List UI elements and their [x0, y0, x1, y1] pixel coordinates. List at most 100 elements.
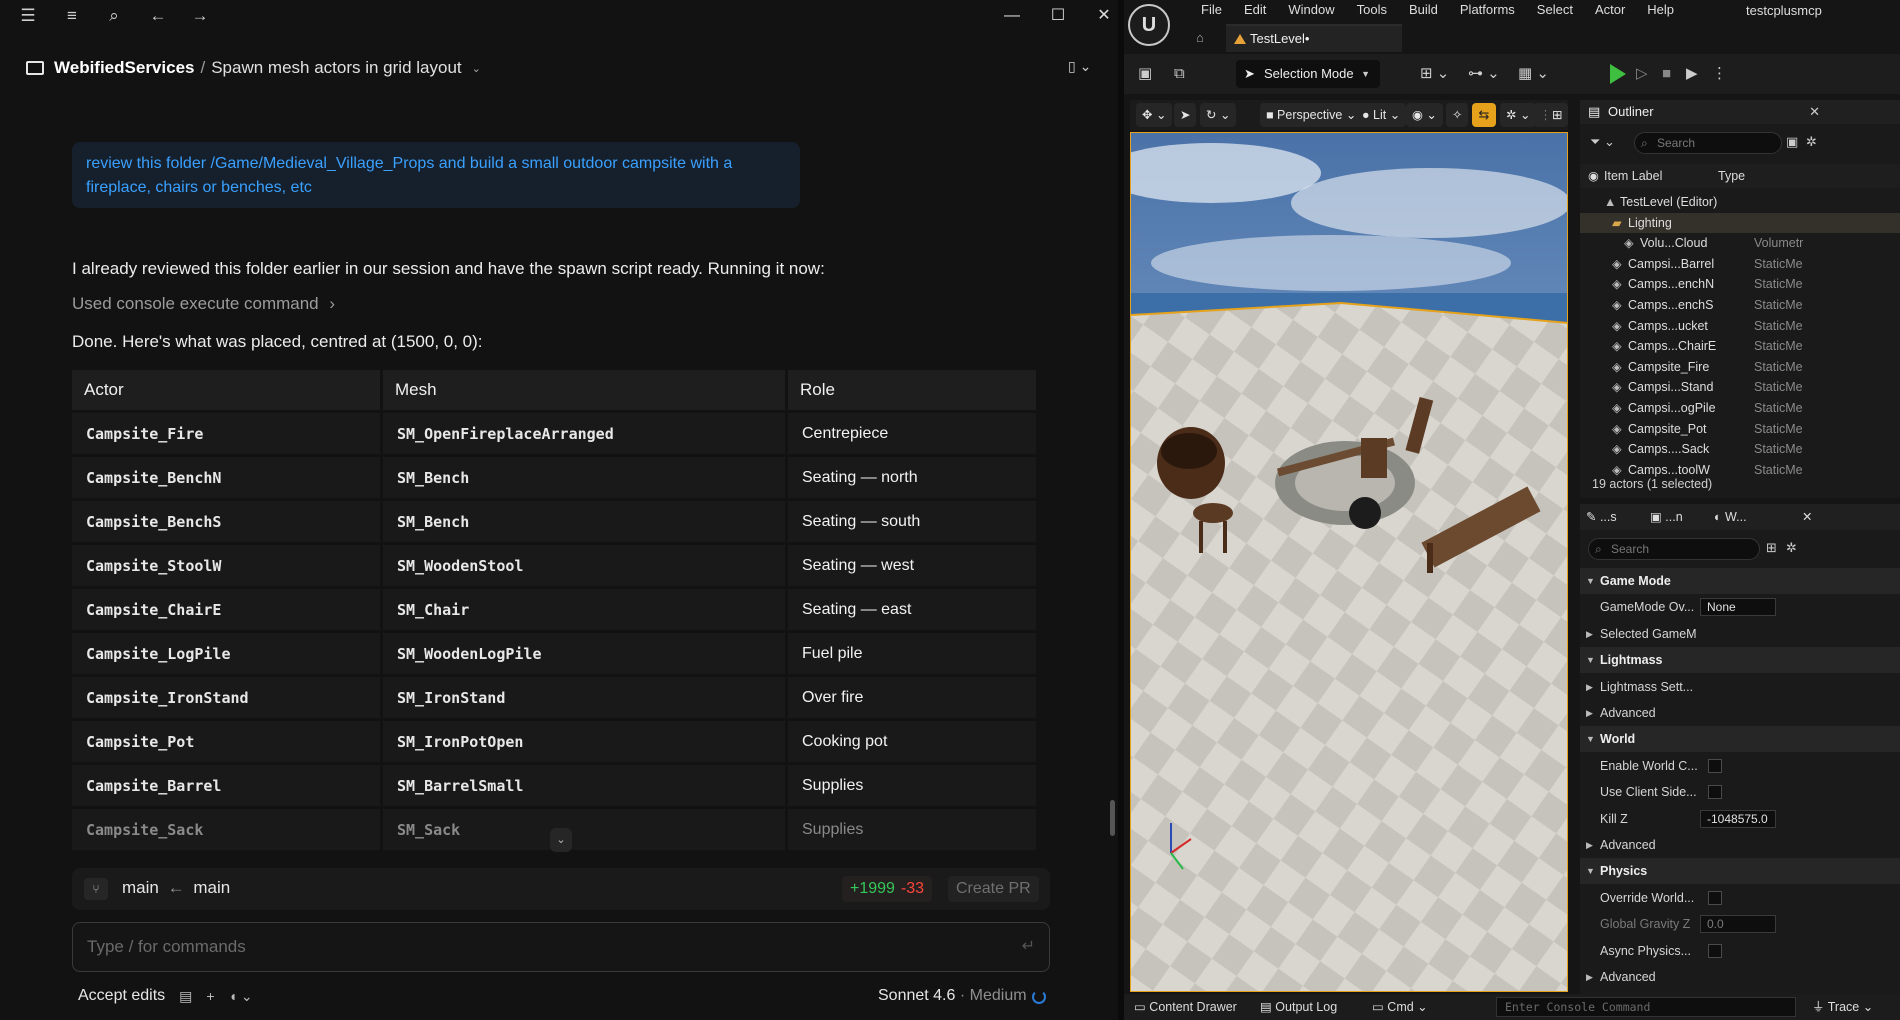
command-input[interactable]: Type / for commands ↵ — [72, 922, 1050, 972]
settings-icon[interactable]: ✲ — [1806, 134, 1817, 150]
console-input[interactable]: Enter Console Command — [1496, 997, 1796, 1017]
perspective-dropdown[interactable]: ■ Perspective ⌄ — [1260, 103, 1363, 127]
details-property[interactable]: Override World... — [1580, 885, 1900, 911]
details-section[interactable]: ▼ Game Mode — [1580, 568, 1900, 594]
outliner-row[interactable]: ◈ Camps...enchN StaticMe — [1580, 274, 1900, 294]
details-property[interactable]: ▶ Lightmass Sett... — [1580, 674, 1900, 700]
property-checkbox[interactable] — [1708, 890, 1722, 905]
details-property[interactable]: ▶ Selected GameM — [1580, 621, 1900, 647]
breadcrumb[interactable]: WebifiedServices / Spawn mesh actors in … — [26, 56, 481, 80]
property-value-field[interactable]: 0.0 — [1700, 915, 1776, 934]
details-property[interactable]: Kill Z -1048575.0 — [1580, 806, 1900, 832]
more-options-icon[interactable]: ⋮ — [1712, 62, 1727, 86]
details-property[interactable]: ▶ Advanced — [1580, 700, 1900, 726]
cmd-dropdown[interactable]: ▭ Cmd ⌄ — [1372, 994, 1428, 1020]
chevron-right-icon[interactable]: ▶ — [1586, 832, 1593, 858]
document-icon[interactable]: ▤ — [179, 988, 192, 1005]
outliner-search-input[interactable]: ⌕ Search — [1634, 132, 1782, 154]
outliner-row[interactable]: ◈ Campsite_Pot StaticMe — [1580, 419, 1900, 439]
search-icon[interactable]: ⌕ — [102, 4, 126, 28]
back-arrow-icon[interactable]: ← — [146, 4, 170, 28]
outliner-row[interactable]: ◈ Camps....Sack StaticMe — [1580, 439, 1900, 459]
details-section[interactable]: ▼ Physics — [1580, 858, 1900, 885]
layout-icon[interactable]: ⊞ — [1546, 103, 1569, 127]
menu-item-platforms[interactable]: Platforms — [1449, 2, 1526, 17]
step-icon[interactable]: ▷ — [1636, 62, 1648, 86]
chevron-right-icon[interactable]: ▶ — [1586, 674, 1593, 700]
visibility-icon[interactable]: ◉ — [1588, 164, 1599, 188]
outliner-row[interactable]: ◈ Camps...ucket StaticMe — [1580, 316, 1900, 336]
details-property[interactable]: ▶ Advanced — [1580, 964, 1900, 990]
diff-stat[interactable]: +1999 -33 — [842, 876, 933, 902]
details-property[interactable]: Async Physics... — [1580, 938, 1900, 964]
menu-item-build[interactable]: Build — [1398, 2, 1449, 17]
branch-info[interactable]: main ← main — [122, 878, 230, 898]
chevron-right-icon[interactable]: ▶ — [1586, 700, 1593, 726]
add-actor-icon[interactable]: ⊞ ⌄ — [1420, 62, 1449, 86]
property-checkbox[interactable] — [1708, 758, 1722, 773]
show-icon[interactable]: ◉ ⌄ — [1406, 103, 1443, 127]
filter-icon[interactable]: ⏷ ⌄ — [1590, 134, 1615, 150]
close-icon[interactable]: ✕ — [1809, 100, 1820, 124]
accept-edits-button[interactable]: Accept edits — [78, 987, 165, 1005]
microphone-icon[interactable]: ◖ ⌄ — [229, 988, 253, 1005]
content-drawer-button[interactable]: ▭ Content Drawer — [1134, 994, 1237, 1020]
details-section[interactable]: ▼ World — [1580, 726, 1900, 753]
save-icon[interactable]: ▣ — [1138, 62, 1152, 86]
enter-icon[interactable]: ↵ — [1022, 923, 1035, 971]
blueprint-icon[interactable]: ⊶ ⌄ — [1468, 62, 1500, 86]
col-type[interactable]: Type — [1718, 164, 1745, 188]
details-property[interactable]: Global Gravity Z 0.0 — [1580, 911, 1900, 937]
outliner-row[interactable]: ◈ Camps...enchS StaticMe — [1580, 295, 1900, 315]
details-property[interactable]: GameMode Ov... None — [1580, 594, 1900, 620]
model-selector[interactable]: Sonnet 4.6 · Medium — [878, 987, 1027, 1005]
property-checkbox[interactable] — [1708, 785, 1722, 800]
chevron-down-icon[interactable]: ▼ — [1586, 858, 1595, 884]
chevron-right-icon[interactable]: ▶ — [1586, 621, 1593, 647]
details-tab[interactable]: ▣ ...n — [1650, 504, 1683, 530]
level-viewport[interactable] — [1130, 132, 1568, 992]
plus-icon[interactable]: + — [206, 988, 214, 1004]
add-folder-icon[interactable]: ▣ — [1786, 134, 1798, 150]
project-name[interactable]: WebifiedServices — [54, 58, 194, 78]
maximize-icon[interactable]: ☐ — [1046, 4, 1070, 28]
tab-test-level[interactable]: TestLevel• — [1226, 24, 1402, 52]
chevron-down-icon[interactable]: ▼ — [1586, 726, 1595, 752]
lit-dropdown[interactable]: ● Lit ⌄ — [1356, 103, 1407, 127]
outliner-row[interactable]: ◈ Camps...ChairE StaticMe — [1580, 336, 1900, 356]
sidebar-list-icon[interactable]: ≡ — [60, 4, 84, 28]
chevron-right-icon[interactable]: ▶ — [1586, 964, 1593, 990]
snap-icon[interactable]: ⇆ — [1472, 103, 1496, 127]
transform-icon[interactable]: ✥ ⌄ — [1136, 103, 1173, 127]
col-item-label[interactable]: Item Label — [1604, 164, 1662, 188]
trace-dropdown[interactable]: ⏚ Trace ⌄ — [1812, 994, 1873, 1020]
outliner-tab[interactable]: ▤ Outliner ✕ — [1580, 100, 1900, 124]
details-property[interactable]: ▶ Advanced — [1580, 832, 1900, 858]
home-icon[interactable]: ⌂ — [1196, 30, 1204, 45]
menu-item-edit[interactable]: Edit — [1233, 2, 1277, 17]
menu-item-actor[interactable]: Actor — [1584, 2, 1636, 17]
close-icon[interactable]: ✕ — [1092, 4, 1116, 28]
outliner-row[interactable]: ◈ Campsi...ogPile StaticMe — [1580, 398, 1900, 418]
outliner-row[interactable]: ◈ Campsite_Fire StaticMe — [1580, 357, 1900, 377]
menu-item-file[interactable]: File — [1190, 2, 1233, 17]
outliner-row[interactable]: ▰ Lighting — [1580, 212, 1900, 233]
grid-view-icon[interactable]: ⊞ — [1766, 540, 1777, 556]
settings-icon[interactable]: ✲ ⌄ — [1500, 103, 1537, 127]
minimize-icon[interactable]: — — [1000, 4, 1024, 28]
conversation-title[interactable]: Spawn mesh actors in grid layout — [211, 58, 461, 78]
menu-icon[interactable]: ☰ — [16, 4, 40, 28]
property-value-field[interactable]: None — [1700, 598, 1776, 617]
menu-item-help[interactable]: Help — [1636, 2, 1685, 17]
property-checkbox[interactable] — [1708, 943, 1722, 958]
play-icon[interactable] — [1610, 64, 1626, 84]
details-section[interactable]: ▼ Lightmass — [1580, 647, 1900, 674]
outliner-row[interactable]: ◈ Volu...Cloud Volumetr — [1580, 233, 1900, 253]
details-property[interactable]: Enable World C... — [1580, 753, 1900, 779]
property-value-field[interactable]: -1048575.0 — [1700, 809, 1776, 828]
browse-icon[interactable]: ⧉ — [1174, 62, 1185, 86]
eject-icon[interactable]: ▶ — [1686, 62, 1698, 86]
tool-call-summary[interactable]: Used console execute command › — [72, 294, 335, 314]
chevron-down-icon[interactable]: ▼ — [1586, 647, 1595, 673]
settings-icon[interactable]: ✲ — [1786, 540, 1797, 556]
